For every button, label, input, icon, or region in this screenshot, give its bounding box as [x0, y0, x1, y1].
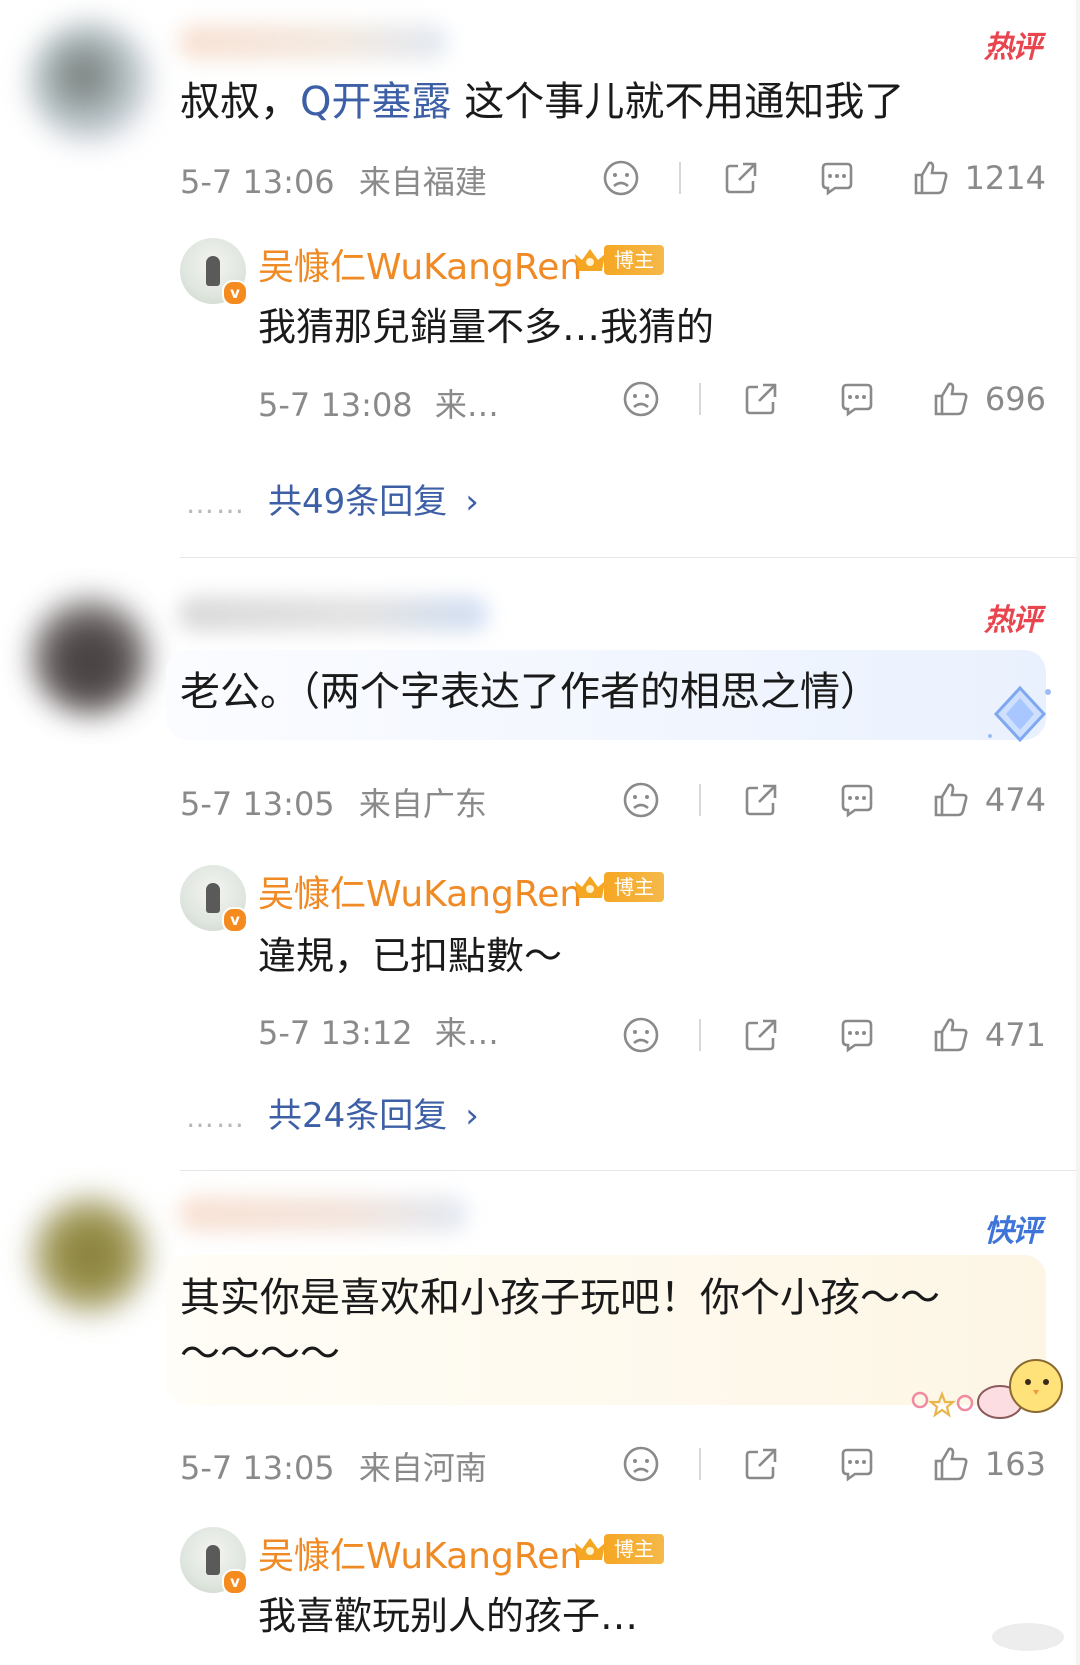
comment-time: 5-7 13:05	[180, 1449, 335, 1487]
thumbs-up-icon	[934, 1447, 968, 1481]
divider	[698, 1019, 701, 1051]
comment-list: 热评 叔叔，Q开塞露 这个事儿就不用通知我了 5-7 13:06 来自福建 12…	[0, 0, 1080, 1665]
divider	[180, 557, 1080, 558]
action-bar: 471	[621, 1012, 1046, 1058]
sad-face-icon[interactable]	[621, 780, 661, 820]
blogger-badge: 博主	[572, 1533, 664, 1565]
author-name[interactable]: 吴慷仁WuKangRen	[258, 1527, 582, 1579]
blogger-badge: 博主	[572, 871, 664, 903]
comment-time: 5-7 13:05	[180, 785, 335, 823]
avatar[interactable]	[30, 22, 150, 142]
comment-location: 来自福建	[358, 163, 487, 201]
chevron-right-icon: ›	[465, 1096, 479, 1136]
comment-icon[interactable]	[837, 1015, 877, 1055]
username-blurred[interactable]	[178, 596, 488, 632]
action-bar: 474	[621, 777, 1046, 823]
more-replies-link[interactable]: …… 共49条回复 ›	[186, 474, 479, 523]
comment-icon[interactable]	[837, 1444, 877, 1484]
share-icon[interactable]	[721, 158, 761, 198]
like-count: 1214	[964, 159, 1046, 197]
crown-icon	[575, 1538, 605, 1560]
divider	[180, 1170, 1080, 1171]
quick-comment-badge: 快评	[984, 1214, 1042, 1249]
verified-icon: v	[222, 1569, 248, 1595]
avatar[interactable]	[30, 1195, 150, 1315]
comment-location: 来自广东	[358, 785, 487, 823]
topic-link[interactable]: Q开塞露	[300, 79, 451, 125]
comment-icon[interactable]	[817, 158, 857, 198]
reply-meta: 5-7 13:08 来…	[258, 386, 499, 424]
hot-comment-badge: 热评	[984, 603, 1042, 638]
divider	[678, 162, 681, 194]
comment-text: 老公。（两个字表达了作者的相思之情）	[180, 669, 880, 715]
avatar[interactable]: v	[180, 1527, 248, 1595]
like-button[interactable]: 696	[931, 379, 1046, 419]
sad-face-icon[interactable]	[621, 1444, 661, 1484]
crown-icon	[575, 249, 605, 271]
verified-icon: v	[222, 280, 248, 306]
divider	[698, 784, 701, 816]
sad-face-icon[interactable]	[601, 158, 641, 198]
share-icon[interactable]	[741, 379, 781, 419]
reply-meta: 5-7 13:12 来…	[258, 1014, 499, 1052]
sad-face-icon[interactable]	[621, 379, 661, 419]
verified-icon: v	[222, 907, 248, 933]
thumbs-up-icon	[914, 161, 948, 195]
reply-text: 違規，已扣點數～	[258, 934, 563, 978]
reply-text: 我喜歡玩别人的孩子…	[258, 1594, 639, 1638]
scrollbar[interactable]	[1076, 0, 1080, 1665]
avatar[interactable]: v	[180, 238, 248, 306]
comment-meta: 5-7 13:05 来自河南	[180, 1443, 487, 1489]
more-replies-link[interactable]: …… 共24条回复 ›	[186, 1088, 479, 1137]
thumbs-up-icon	[934, 783, 968, 817]
watermark-icon	[992, 1623, 1064, 1651]
avatar[interactable]	[30, 596, 150, 716]
share-icon[interactable]	[741, 1444, 781, 1484]
action-bar: 696	[621, 376, 1046, 422]
comment-icon[interactable]	[837, 780, 877, 820]
username-blurred[interactable]	[178, 24, 448, 60]
divider	[698, 1448, 701, 1480]
thumbs-up-icon	[934, 1018, 968, 1052]
comment-text: 其实你是喜欢和小孩子玩吧！你个小孩～～ ～～～～	[180, 1275, 940, 1377]
share-icon[interactable]	[741, 1015, 781, 1055]
avatar[interactable]: v	[180, 865, 248, 933]
hot-comment-badge: 热评	[984, 30, 1042, 65]
reply-text: 我猜那兒銷量不多…我猜的	[258, 305, 715, 349]
comment-meta: 5-7 13:06 来自福建	[180, 157, 487, 203]
like-count: 474	[984, 781, 1046, 819]
blogger-badge: 博主	[572, 244, 664, 276]
divider	[698, 383, 701, 415]
like-button[interactable]: 474	[931, 780, 1046, 820]
comment-meta: 5-7 13:05 来自广东	[180, 779, 487, 825]
crown-icon	[575, 876, 605, 898]
chevron-right-icon: ›	[465, 482, 479, 522]
comment-time: 5-7 13:06	[180, 163, 335, 201]
thumbs-up-icon	[934, 382, 968, 416]
action-bar: 1214	[601, 155, 1046, 201]
comment-text: 叔叔，Q开塞露 这个事儿就不用通知我了	[180, 79, 905, 125]
like-count: 471	[984, 1016, 1046, 1054]
username-blurred[interactable]	[178, 1196, 468, 1232]
share-icon[interactable]	[741, 780, 781, 820]
author-name[interactable]: 吴慷仁WuKangRen	[258, 238, 582, 290]
sad-face-icon[interactable]	[621, 1015, 661, 1055]
like-button[interactable]: 163	[931, 1444, 1046, 1484]
action-bar: 163	[621, 1441, 1046, 1487]
like-button[interactable]: 1214	[911, 158, 1046, 198]
author-reply: v 吴慷仁WuKangRen 博主 我喜歡玩别人的孩子…	[180, 1527, 1040, 1657]
like-count: 163	[984, 1445, 1046, 1483]
diamond-decoration-icon	[988, 685, 1051, 743]
like-button[interactable]: 471	[931, 1015, 1046, 1055]
comment-icon[interactable]	[837, 379, 877, 419]
like-count: 696	[984, 380, 1046, 418]
comment-location: 来自河南	[358, 1449, 487, 1487]
author-name[interactable]: 吴慷仁WuKangRen	[258, 865, 582, 917]
